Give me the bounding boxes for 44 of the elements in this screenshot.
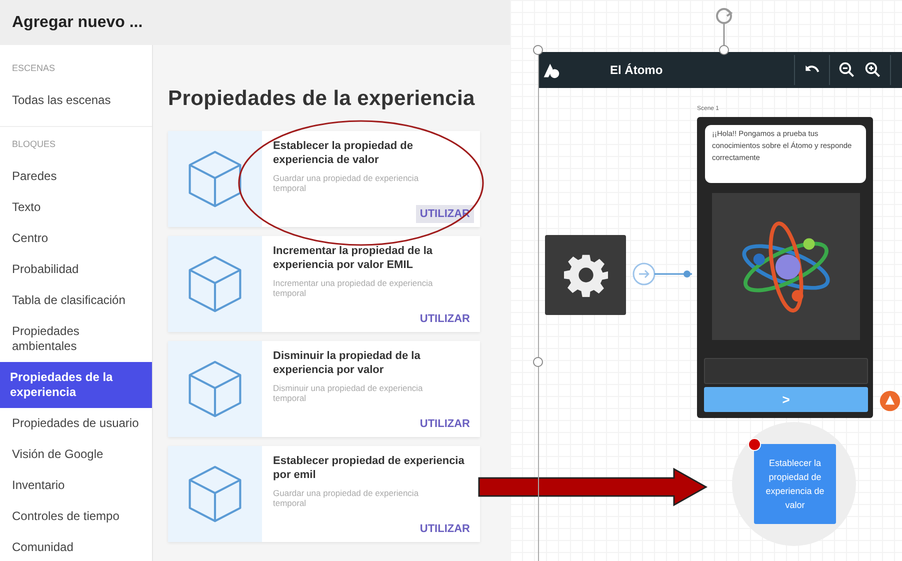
- zoom-in-icon[interactable]: [864, 61, 882, 79]
- cube-icon: [187, 465, 243, 523]
- card-description: Guardar una propiedad de experiencia temporal: [273, 173, 420, 193]
- sidebar-item[interactable]: Visión de Google: [0, 439, 152, 470]
- sidebar-item[interactable]: Texto: [0, 192, 152, 223]
- card-title: Establecer propiedad de experiencia por emil: [273, 454, 466, 482]
- answer-field[interactable]: [704, 358, 868, 384]
- warning-port-icon[interactable]: [879, 390, 901, 412]
- panel-title: Agregar nuevo ...: [12, 14, 143, 32]
- sidebar-item[interactable]: Centro: [0, 223, 152, 254]
- settings-icon: [564, 253, 608, 297]
- sidebar-item[interactable]: Propiedades de la experiencia: [0, 362, 152, 408]
- card-title: Disminuir la propiedad de la experiencia por valor: [273, 349, 422, 377]
- sidebar-item[interactable]: Inventario: [0, 470, 152, 501]
- cube-icon: [187, 255, 243, 313]
- project-title: El Átomo: [610, 63, 664, 77]
- resize-handle[interactable]: [533, 357, 543, 367]
- sidebar-item[interactable]: Todas las escenas: [0, 85, 152, 116]
- cube-icon: [187, 150, 243, 208]
- section-heading: Propiedades de la experiencia: [168, 87, 476, 111]
- zoom-out-icon[interactable]: [838, 61, 856, 79]
- sidebar-item[interactable]: Tabla de clasificación: [0, 285, 152, 316]
- use-button[interactable]: UTILIZAR: [416, 520, 474, 538]
- settings-node[interactable]: [545, 235, 626, 315]
- card-description: Disminuir una propiedad de experiencia temporal: [273, 383, 424, 403]
- resize-handle[interactable]: [719, 45, 729, 55]
- card-title: Incrementar la propiedad de la experiencia por valor EMIL: [273, 244, 434, 272]
- card-description: Incrementar una propiedad de experiencia temporal: [273, 278, 434, 298]
- card-description: Guardar una propiedad de experiencia temporal: [273, 488, 420, 508]
- resize-handle[interactable]: [533, 45, 543, 55]
- sidebar-item[interactable]: Comunidad: [0, 532, 152, 561]
- use-button[interactable]: UTILIZAR: [416, 415, 474, 433]
- card-title: Establecer la propiedad de experiencia de valor: [273, 139, 414, 167]
- sidebar-item[interactable]: Paredes: [0, 161, 152, 192]
- connector-line: [632, 262, 692, 286]
- sidebar-item[interactable]: Probabilidad: [0, 254, 152, 285]
- use-button[interactable]: UTILIZAR: [416, 310, 474, 328]
- section-heading: BLOQUES: [11, 138, 57, 151]
- sidebar-item[interactable]: Controles de tiempo: [0, 501, 152, 532]
- sidebar-item[interactable]: Propiedades ambientales: [0, 316, 152, 362]
- sidebar-item[interactable]: Propiedades de usuario: [0, 408, 152, 439]
- cube-icon: [187, 360, 243, 418]
- logo-icon: [542, 61, 560, 79]
- section-heading: ESCENAS: [11, 62, 56, 75]
